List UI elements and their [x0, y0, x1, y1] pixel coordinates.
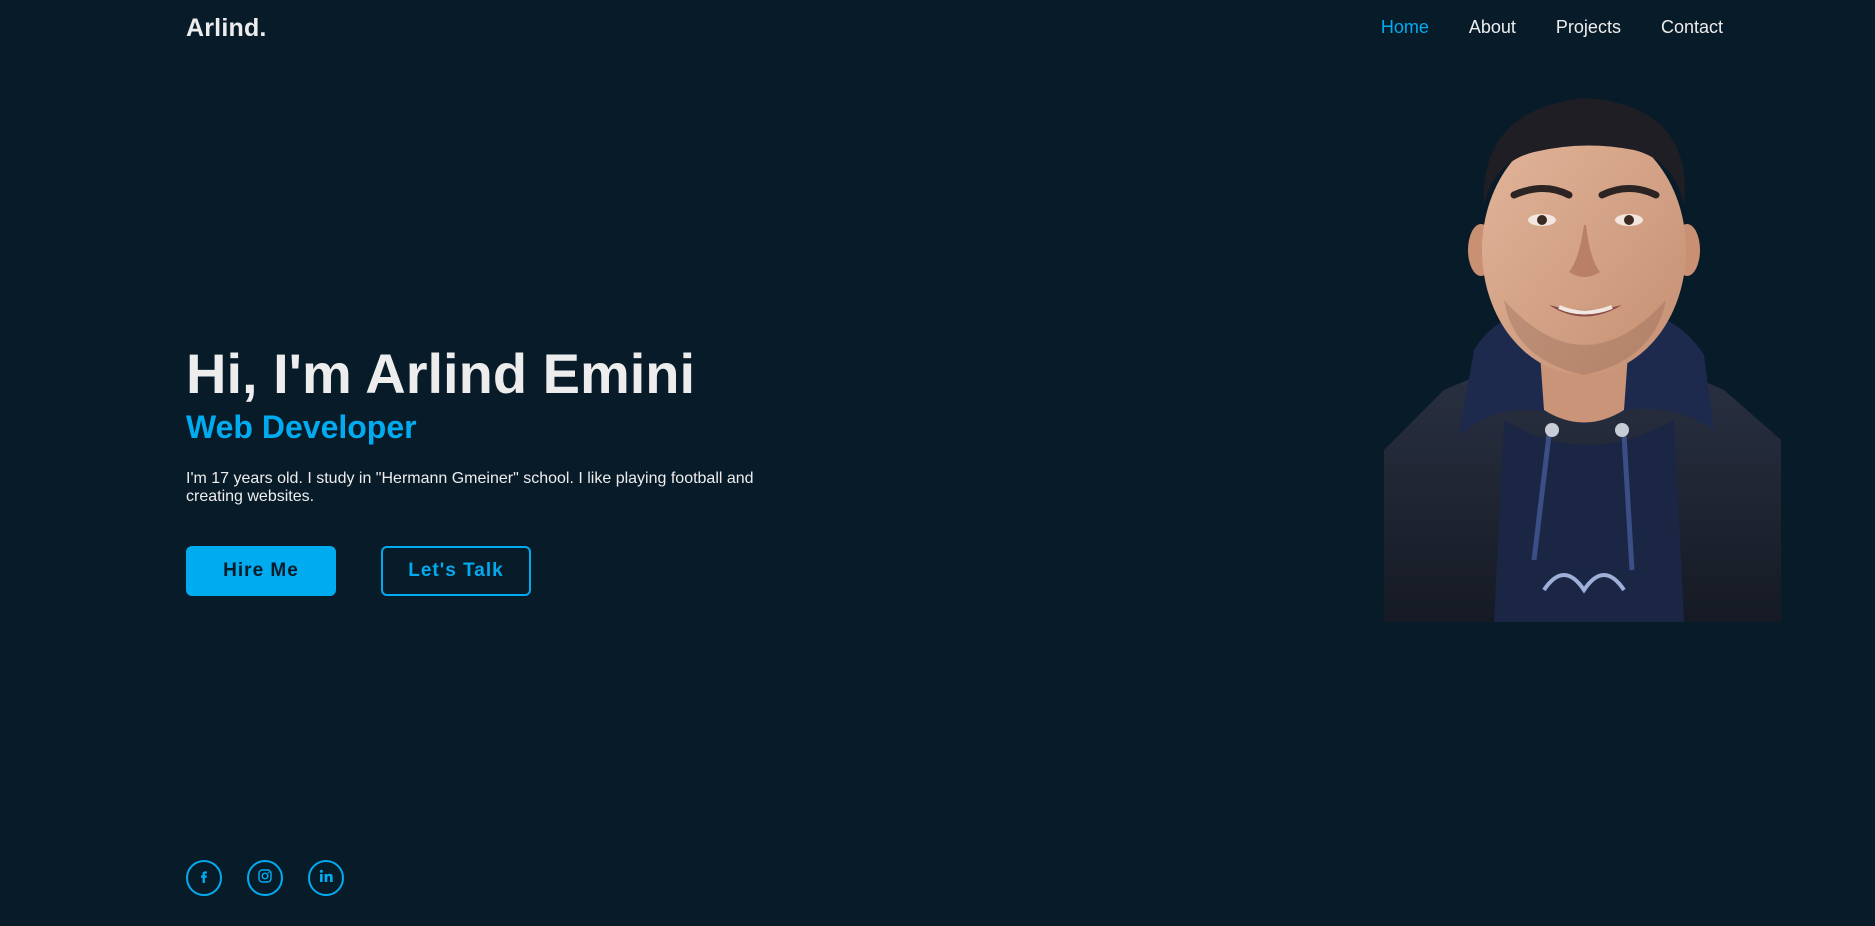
hire-me-button[interactable]: Hire Me [186, 546, 336, 596]
main-nav: Home About Projects Contact [1381, 17, 1723, 38]
hero-subtitle: Web Developer [186, 409, 417, 445]
nav-about[interactable]: About [1469, 17, 1516, 38]
facebook-icon [197, 869, 211, 888]
nav-projects[interactable]: Projects [1556, 17, 1621, 38]
hero-section: Hi, I'm Arlind Emini Web Developer I'm 1… [186, 340, 806, 596]
profile-photo [1384, 90, 1781, 622]
hero-title: Hi, I'm Arlind Emini [186, 342, 696, 405]
social-links [186, 860, 344, 896]
page: Arlind. Home About Projects Contact Hi, … [0, 0, 1875, 926]
header: Arlind. Home About Projects Contact [0, 0, 1875, 56]
hero-buttons: Hire Me Let's Talk [186, 546, 806, 596]
logo-link[interactable]: Arlind. [186, 14, 267, 43]
facebook-link[interactable] [186, 860, 222, 896]
instagram-icon [257, 868, 273, 889]
lets-talk-button[interactable]: Let's Talk [381, 546, 531, 596]
linkedin-link[interactable] [308, 860, 344, 896]
linkedin-icon [318, 868, 334, 889]
hero-description: I'm 17 years old. I study in "Hermann Gm… [186, 470, 754, 505]
nav-home[interactable]: Home [1381, 17, 1429, 38]
instagram-link[interactable] [247, 860, 283, 896]
profile-photo-illustration [1384, 90, 1781, 622]
nav-contact[interactable]: Contact [1661, 17, 1723, 38]
